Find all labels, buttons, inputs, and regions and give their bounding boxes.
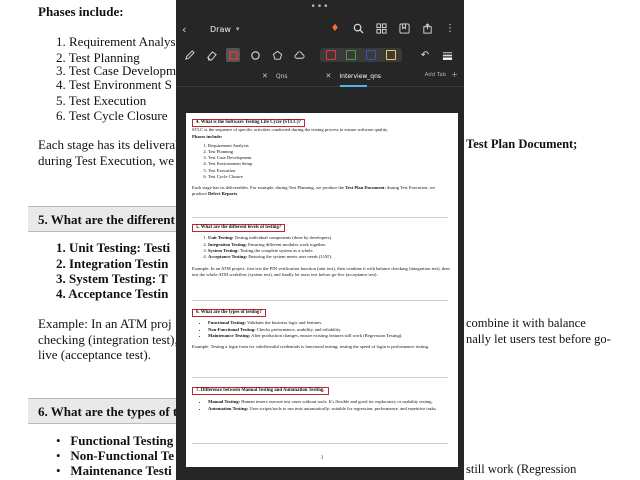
bg-right-text: Test Plan Document;	[466, 137, 578, 151]
chevron-down-icon[interactable]: ▾	[236, 25, 240, 33]
add-tab-label: Add Tab	[424, 72, 447, 78]
question-5: 5. What are the different levels of test…	[192, 224, 450, 279]
grid-view-icon[interactable]	[375, 22, 387, 34]
list-item: Acceptance Testing: Ensuring the system …	[208, 254, 450, 260]
bg-example: Example: In an ATM proj	[38, 316, 172, 331]
list-item: Test Cycle Closure	[208, 174, 450, 180]
tab-label: Interview_qns	[339, 72, 382, 80]
paragraph: Example: Testing a login form for valid/…	[192, 344, 430, 350]
drawing-toolbar: ↶	[176, 44, 464, 66]
bg-level-item: 1. Unit Testing: Testi	[56, 240, 171, 255]
bg-list-item: 5. Test Execution	[56, 93, 147, 108]
divider	[192, 443, 448, 444]
bg-list-item: 4. Test Environment S	[56, 77, 172, 92]
document-viewer[interactable]: 4. What is the Software Testing Life Cyc…	[176, 87, 464, 480]
bg-phases-title: Phases include:	[38, 4, 124, 19]
bg-type-item: • Functional Testing	[56, 433, 174, 448]
question-title: 5. What are the different levels of test…	[192, 224, 286, 233]
stroke-width-icon[interactable]	[440, 48, 454, 62]
phases-list: Requirement Analysis Test Planning Test …	[192, 143, 450, 180]
color-swatch-group	[320, 48, 402, 62]
bookmark-icon[interactable]	[398, 22, 410, 34]
pentagon-tool-icon[interactable]	[270, 48, 284, 62]
tablet-app: ••• ‹ Draw ▾ ♦ ⋮ ↶ ✕ Qns ✕ Interview_qns…	[176, 0, 464, 480]
bg-right-text: combine it with balance	[466, 316, 586, 330]
color-swatch-green[interactable]	[346, 50, 356, 60]
bg-example: checking (integration test),	[38, 332, 178, 347]
add-tab-button[interactable]: Add Tab +	[424, 70, 458, 79]
divider	[192, 217, 448, 218]
list-item: Maintenance Testing: After production ch…	[208, 333, 450, 339]
page-number: 3	[320, 456, 324, 461]
bg-paragraph: Each stage has its deliverabl	[38, 137, 186, 152]
bg-right-text: still work (Regression	[466, 462, 577, 476]
more-options-icon[interactable]: ⋮	[444, 22, 456, 34]
divider	[192, 377, 448, 378]
tab-label: Qns	[275, 72, 288, 80]
bg-level-item: 4. Acceptance Testin	[56, 286, 169, 301]
undo-icon[interactable]: ↶	[418, 48, 432, 62]
bg-heading-5: 5. What are the different	[28, 206, 178, 232]
question-title: 7. Difference between Manual Testing and…	[192, 387, 329, 396]
share-icon[interactable]	[421, 22, 433, 34]
bg-level-item: 3. System Testing: T	[56, 271, 168, 286]
color-swatch-blue[interactable]	[366, 50, 376, 60]
cloud-shape-tool-icon[interactable]	[292, 48, 306, 62]
tab-qns[interactable]: ✕ Qns	[256, 66, 294, 86]
bg-type-item: • Non-Functional Te	[56, 448, 174, 463]
bg-level-item: 2. Integration Testin	[56, 256, 169, 271]
document-page: 4. What is the Software Testing Life Cyc…	[186, 113, 458, 467]
rectangle-tool-icon[interactable]	[226, 48, 240, 62]
close-tab-icon[interactable]: ✕	[326, 72, 332, 80]
types-list: Functional Testing: Validates the busine…	[192, 320, 450, 339]
circle-tool-icon[interactable]	[248, 48, 262, 62]
bg-paragraph: during Test Execution, we p	[38, 153, 184, 168]
bg-right-text: nally let users test before go-	[466, 332, 611, 346]
status-bar: •••	[176, 0, 464, 14]
question-title: 6. What are the types of testing?	[192, 309, 266, 318]
divider	[192, 300, 448, 301]
pen-tool-icon[interactable]	[182, 48, 196, 62]
paragraph: Example: In an ATM project, first test t…	[192, 266, 450, 278]
question-title: 4. What is the Software Testing Life Cyc…	[192, 119, 305, 128]
tab-bar: ✕ Qns ✕ Interview_qns Add Tab +	[176, 66, 464, 87]
comparison-list: Manual Testing: Human testers execute te…	[192, 399, 450, 411]
color-swatch-yellow[interactable]	[386, 50, 396, 60]
mode-selector[interactable]: Draw	[210, 25, 231, 34]
question-7: 7. Difference between Manual Testing and…	[192, 387, 450, 412]
back-icon[interactable]: ‹	[182, 23, 196, 36]
eraser-tool-icon[interactable]	[204, 48, 218, 62]
top-toolbar: ‹ Draw ▾ ♦ ⋮	[176, 14, 464, 44]
levels-list: Unit Testing: Testing individual compone…	[192, 235, 450, 260]
color-swatch-red[interactable]	[326, 50, 336, 60]
premium-gem-icon[interactable]: ♦	[329, 22, 341, 34]
bg-list-item: 6. Test Cycle Closure	[56, 108, 168, 123]
bg-example: live (acceptance test).	[38, 347, 151, 362]
bg-heading-6: 6. What are the types of te	[28, 398, 183, 424]
bg-type-item: • Maintenance Testi	[56, 463, 172, 478]
phases-label: Phases include:	[192, 133, 223, 139]
list-item: Automation Testing: Uses scripts/tools t…	[208, 406, 450, 412]
question-6: 6. What are the types of testing? Functi…	[192, 309, 450, 350]
bg-list-item: 1. Requirement Analys	[56, 34, 176, 49]
plus-icon: +	[451, 70, 458, 79]
status-dots: •••	[310, 2, 330, 12]
tab-interview-qns[interactable]: ✕ Interview_qns	[320, 66, 388, 87]
paragraph: Each stage has its deliverables. For exa…	[192, 184, 436, 197]
question-4: 4. What is the Software Testing Life Cyc…	[192, 119, 450, 197]
close-tab-icon[interactable]: ✕	[262, 72, 268, 80]
search-icon[interactable]	[352, 22, 364, 34]
